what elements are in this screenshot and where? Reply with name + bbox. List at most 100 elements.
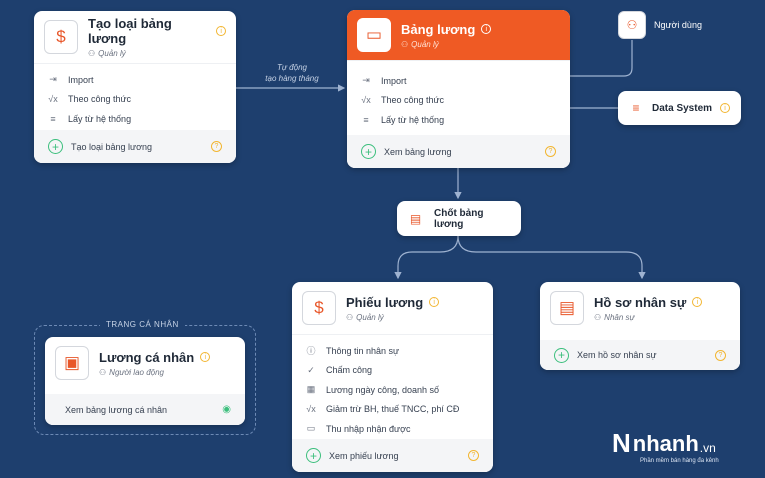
user-label: Người dùng xyxy=(654,20,702,30)
calendar-icon: ▦ xyxy=(306,384,316,395)
payroll-items: ⇥ Import √x Theo công thức ≡ Lấy từ hệ thốn… xyxy=(347,60,570,134)
personal-salary-header: ▣ Lương cá nhân i ⚇ Người lao động xyxy=(45,337,245,389)
payslip-items: ⓘ Thông tin nhân sự ✓ Chấm công ▦ Lương ngà… xyxy=(292,334,493,443)
document-check-icon: ▤ xyxy=(409,211,422,226)
dollar-icon: $ xyxy=(44,20,78,54)
brand-tld: .vn xyxy=(699,441,716,455)
import-icon: ⇥ xyxy=(362,75,370,86)
create-type-card[interactable]: $ Tạo loại bảng lương i ⚇ Quản lý ⇥ Import… xyxy=(34,11,236,163)
dollar-icon: $ xyxy=(302,291,336,325)
payroll-title: Bảng lương xyxy=(401,21,476,37)
payslip-header: $ Phiếu lương i ⚇ Quản lý xyxy=(292,282,493,334)
payroll-footer-label: Xem bảng lương xyxy=(384,146,452,157)
brand-slogan: Phần mềm bán hàng đa kênh xyxy=(640,458,719,464)
personal-salary-title: Lương cá nhân xyxy=(99,349,195,365)
payslip-role: Quản lý xyxy=(356,312,384,322)
finalize-label: Chốt bảng lương xyxy=(434,207,484,230)
payroll-item-system[interactable]: ≡ Lấy từ hệ thống xyxy=(361,110,556,130)
user-icon: ⚇ xyxy=(401,39,409,49)
arrow-to-hr-profile xyxy=(457,235,646,280)
payslip-item-daily-salary[interactable]: ▦ Lương ngày công, doanh số xyxy=(306,380,479,400)
item-label: Import xyxy=(68,74,94,85)
info-icon[interactable]: i xyxy=(692,297,703,307)
info-circle-icon: ⓘ xyxy=(306,346,316,357)
item-label: Lấy từ hệ thống xyxy=(381,114,445,125)
item-label: Thu nhập nhận được xyxy=(326,423,411,434)
user-node[interactable]: ⚇ Người dùng xyxy=(618,10,736,40)
personal-salary-role: Người lao động xyxy=(109,367,164,377)
info-icon[interactable]: i xyxy=(200,352,211,362)
formula-icon: √x xyxy=(48,94,58,105)
payslip-item-info[interactable]: ⓘ Thông tin nhân sự xyxy=(306,341,479,361)
create-type-footer[interactable]: + Tạo loại bảng lương ? xyxy=(34,130,236,163)
hr-profile-role: Nhân sự xyxy=(604,312,635,322)
database-icon: ≡ xyxy=(632,101,640,115)
payslip-title: Phiếu lương xyxy=(346,294,424,310)
cash-icon: ▣ xyxy=(55,346,89,380)
eye-icon[interactable]: ◉ xyxy=(222,404,231,415)
data-system-label: Data System xyxy=(652,102,713,114)
create-type-footer-label: Tạo loại bảng lương xyxy=(71,141,152,152)
info-icon[interactable]: ? xyxy=(545,146,556,157)
payslip-footer[interactable]: + Xem phiếu lương ? xyxy=(292,439,493,472)
payslip-item-income[interactable]: ▭ Thu nhập nhận được xyxy=(306,419,479,439)
create-type-title: Tạo loại bảng lương xyxy=(88,16,172,46)
item-label: Import xyxy=(381,75,407,86)
item-label: Lương ngày công, doanh số xyxy=(326,384,440,395)
info-icon[interactable]: i xyxy=(720,103,731,113)
info-icon[interactable]: ? xyxy=(715,349,726,361)
info-icon[interactable]: i xyxy=(429,297,440,307)
payroll-item-formula[interactable]: √x Theo công thức xyxy=(361,91,556,111)
create-type-item-system[interactable]: ≡ Lấy từ hệ thống xyxy=(48,109,222,129)
payroll-item-import[interactable]: ⇥ Import xyxy=(361,71,556,91)
item-label: Theo công thức xyxy=(68,94,132,105)
payroll-header: ▭ Bảng lương i ⚇ Quản lý xyxy=(347,10,570,60)
finalize-node[interactable]: ▤ Chốt bảng lương xyxy=(397,201,521,236)
wallet-icon: ▭ xyxy=(306,423,316,434)
payroll-card[interactable]: ▭ Bảng lương i ⚇ Quản lý ⇥ Import √x Theo c… xyxy=(347,10,570,168)
plus-icon: + xyxy=(306,448,321,463)
import-icon: ⇥ xyxy=(49,74,57,85)
payroll-role: Quản lý xyxy=(411,39,439,49)
database-icon: ≡ xyxy=(363,114,369,125)
formula-icon: √x xyxy=(361,95,371,106)
user-icon: ⚇ xyxy=(88,49,96,58)
brand-name: nhanh xyxy=(632,431,699,456)
plus-icon: + xyxy=(48,139,63,154)
hr-profile-footer[interactable]: + Xem hồ sơ nhân sự ? xyxy=(540,340,740,370)
personal-salary-footer[interactable]: Xem bảng lương cá nhân ◉ xyxy=(45,394,245,425)
database-icon: ≡ xyxy=(50,113,56,124)
auto-create-label: Tự động tạo hàng tháng xyxy=(262,62,322,84)
info-icon[interactable]: ? xyxy=(468,450,479,461)
item-label: Chấm công xyxy=(326,365,373,376)
payslip-card[interactable]: $ Phiếu lương i ⚇ Quản lý ⓘ Thông tin nhân… xyxy=(292,282,493,472)
info-icon[interactable]: ? xyxy=(211,141,222,152)
payroll-footer[interactable]: + Xem bảng lương ? xyxy=(347,135,570,168)
personal-salary-footer-label: Xem bảng lương cá nhân xyxy=(65,404,167,415)
data-system-node[interactable]: ≡ Data System i xyxy=(618,91,741,125)
hr-profile-title: Hồ sơ nhân sự xyxy=(594,294,687,310)
arrow-to-payslip xyxy=(394,235,459,280)
create-type-item-formula[interactable]: √x Theo công thức xyxy=(48,90,222,110)
check-icon: ✓ xyxy=(307,364,315,375)
item-label: Thông tin nhân sự xyxy=(326,345,400,356)
person-icon: ⚇ xyxy=(618,11,646,39)
auto-label-line-1: Tự động xyxy=(277,63,307,72)
nhanh-logo-icon: N xyxy=(612,428,631,458)
payslip-item-deduction[interactable]: √x Giảm trừ BH, thuế TNCC, phí CĐ xyxy=(306,400,479,420)
info-icon[interactable]: i xyxy=(216,26,226,36)
create-type-item-import[interactable]: ⇥ Import xyxy=(48,70,222,90)
item-label: Giảm trừ BH, thuế TNCC, phí CĐ xyxy=(326,404,460,415)
formula-icon: √x xyxy=(306,404,316,415)
hr-profile-card[interactable]: ▤ Hồ sơ nhân sự i ⚇ Nhân sự + Xem hồ sơ n… xyxy=(540,282,740,370)
hr-profile-footer-label: Xem hồ sơ nhân sự xyxy=(577,350,657,360)
user-icon: ⚇ xyxy=(99,367,107,377)
info-icon[interactable]: i xyxy=(481,24,492,34)
personal-page-label: TRANG CÁ NHÂN xyxy=(100,320,185,329)
profile-document-icon: ▤ xyxy=(550,291,584,325)
payslip-item-attendance[interactable]: ✓ Chấm công xyxy=(306,361,479,381)
personal-salary-card[interactable]: ▣ Lương cá nhân i ⚇ Người lao động Xem bả… xyxy=(45,337,245,425)
create-type-items: ⇥ Import √x Theo công thức ≡ Lấy từ hệ thốn… xyxy=(34,63,236,133)
item-label: Lấy từ hệ thống xyxy=(68,113,132,124)
user-icon: ⚇ xyxy=(346,312,354,322)
